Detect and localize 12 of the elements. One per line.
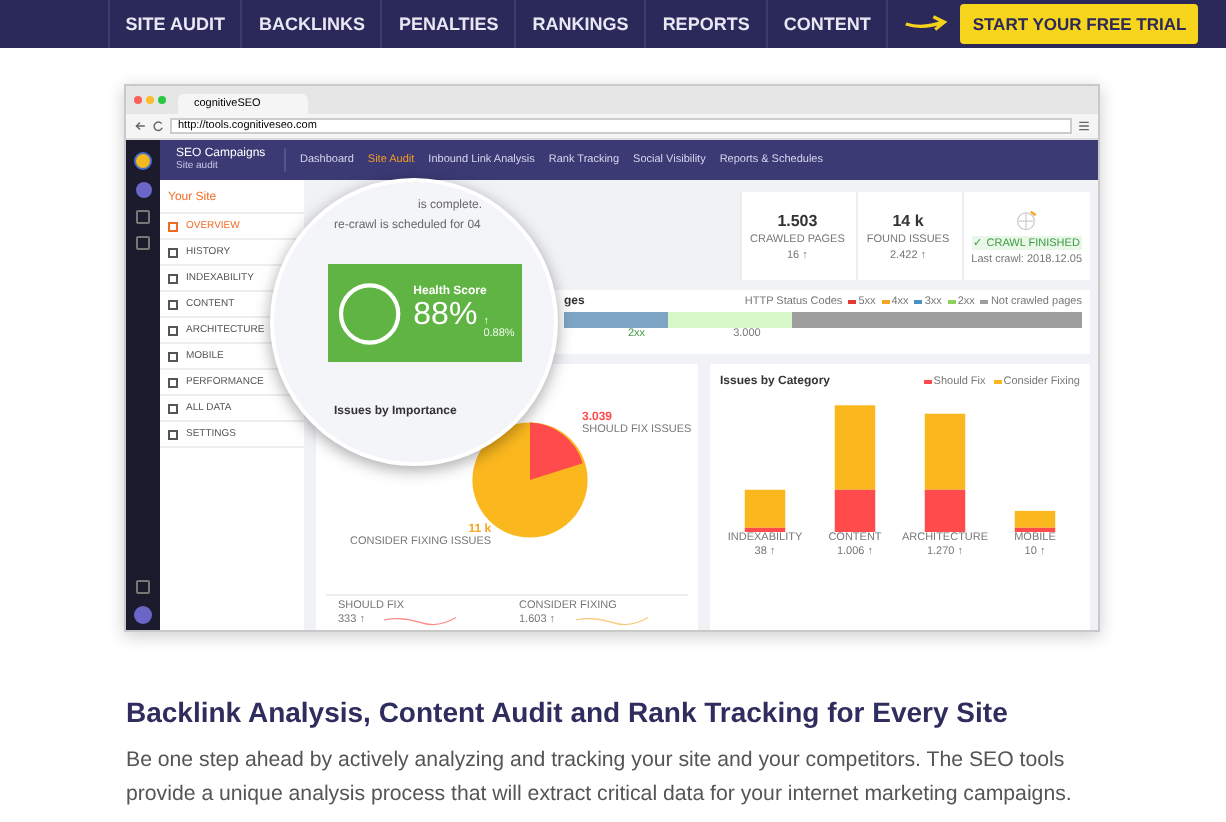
nav-link[interactable]: REPORTS — [644, 0, 766, 48]
section-heading: Backlink Analysis, Content Audit and Rank Tracking for Every Site — [126, 696, 1010, 728]
health-score-value: 88% — [413, 298, 478, 334]
nav-link[interactable]: CONTENT — [765, 0, 889, 48]
stat-value: 1.503 — [777, 211, 818, 229]
nav-link[interactable]: BACKLINKS — [240, 0, 381, 48]
stat-value: 14 k — [892, 211, 924, 229]
nav-link[interactable]: RANKINGS — [514, 0, 645, 48]
free-trial-button[interactable]: START YOUR FREE TRIAL — [960, 4, 1199, 44]
nav-link[interactable]: SITE AUDIT — [107, 0, 241, 48]
nav-link[interactable]: PENALTIES — [380, 0, 515, 48]
section-paragraph: Be one step ahead by actively analyzing and tracking your site and your competitors. The SEO tools provide a unique analysis process that will extract critical data for your internet marketing campaigns. — [126, 746, 1074, 810]
